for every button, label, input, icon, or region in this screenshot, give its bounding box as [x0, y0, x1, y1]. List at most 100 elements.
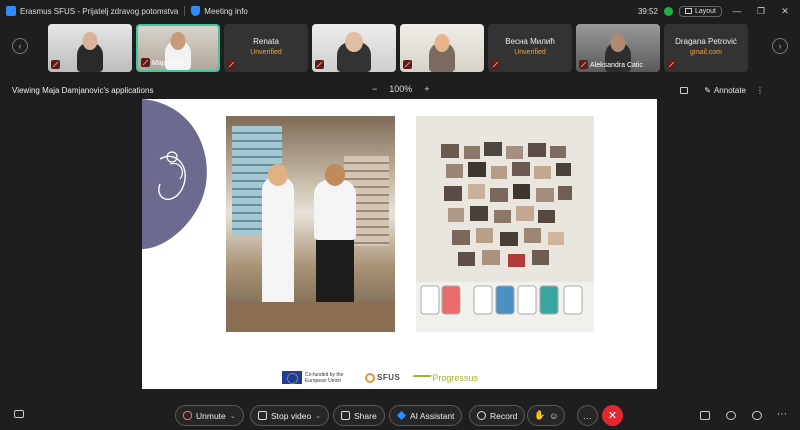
- stop-video-button[interactable]: Stop video ⌄: [250, 405, 330, 426]
- raise-hand-icon[interactable]: ✋: [534, 410, 545, 421]
- participant-name: Aleksandra Catic: [590, 62, 643, 69]
- muted-mic-icon: [141, 58, 150, 67]
- record-button[interactable]: Record: [469, 405, 526, 426]
- person-head: [434, 34, 450, 52]
- layout-grid-icon: [684, 8, 692, 14]
- apps-icon[interactable]: [700, 411, 710, 420]
- person-head: [610, 34, 626, 52]
- photo-collage: [416, 142, 594, 332]
- participant-email-domain: gmail.com: [690, 49, 722, 56]
- person-head: [345, 32, 363, 52]
- close-window-icon[interactable]: ✕: [776, 6, 794, 17]
- muted-mic-icon: [227, 60, 236, 69]
- progressus-logo: Progressus: [410, 372, 478, 383]
- video-feed: [48, 24, 132, 72]
- mother-child-logo-graphic: [142, 99, 207, 249]
- record-label: Record: [490, 410, 518, 421]
- camera-icon: [258, 411, 267, 420]
- chevron-down-icon[interactable]: ⌄: [230, 412, 236, 420]
- minimize-icon[interactable]: —: [728, 6, 746, 16]
- sfus-logo-text: SFUS: [377, 373, 401, 382]
- participant-tile[interactable]: [48, 24, 132, 72]
- more-icon[interactable]: ⋮: [756, 86, 764, 95]
- person-head: [82, 32, 98, 50]
- person-head: [268, 164, 288, 186]
- zoom-controls: − 100% +: [372, 84, 430, 94]
- annotate-label: Annotate: [713, 86, 746, 95]
- pharmacy-photo: [226, 116, 395, 332]
- captions-icon[interactable]: [14, 410, 24, 418]
- participant-name: Renata: [253, 37, 279, 46]
- reaction-icon[interactable]: ☺: [549, 411, 558, 421]
- meeting-title: Erasmus SFUS - Prijatelj zdravog potomst…: [20, 6, 179, 16]
- ai-assistant-label: AI Assistant: [410, 410, 455, 421]
- more-options-button[interactable]: …: [577, 405, 598, 426]
- shield-icon[interactable]: [191, 6, 201, 16]
- participant-tile[interactable]: Aleksandra Catic: [576, 24, 660, 72]
- layout-button[interactable]: Layout: [678, 5, 722, 17]
- person-head: [325, 164, 345, 186]
- participant-tile[interactable]: Весна Милић Unverified: [488, 24, 572, 72]
- participants-icon[interactable]: [726, 411, 736, 420]
- person-figure: [262, 176, 294, 306]
- layout-label: Layout: [694, 7, 716, 15]
- share-screen-icon: [341, 411, 350, 420]
- unmute-button[interactable]: Unmute ⌄: [175, 405, 244, 426]
- eu-logo: Co-funded by the European Union: [282, 371, 353, 384]
- shared-slide: Co-funded by the European Union SFUS Pro…: [142, 99, 657, 389]
- ai-assistant-icon: [397, 411, 406, 420]
- partner-logos: Co-funded by the European Union SFUS Pro…: [282, 371, 478, 384]
- annotate-area: ✎ Annotate ⋮: [680, 86, 764, 95]
- annotate-button[interactable]: ✎ Annotate: [704, 86, 746, 95]
- stop-video-label: Stop video: [271, 410, 312, 421]
- divider: [184, 6, 186, 16]
- participant-tile[interactable]: [312, 24, 396, 72]
- reactions-group[interactable]: ✋ ☺: [527, 405, 566, 426]
- floor: [226, 302, 395, 332]
- photo-collage-display: [416, 116, 594, 332]
- meeting-timer: 39:52: [637, 6, 658, 16]
- zoom-in-button[interactable]: +: [424, 84, 429, 94]
- chat-icon[interactable]: [752, 411, 762, 420]
- coat: [314, 180, 356, 240]
- muted-mic-icon: [51, 60, 60, 69]
- participant-tile[interactable]: Dragana Petrović gmail.com: [664, 24, 748, 72]
- muted-mic-icon: [315, 60, 324, 69]
- chevron-down-icon[interactable]: ⌄: [315, 412, 321, 420]
- muted-mic-icon: [667, 60, 676, 69]
- share-button[interactable]: Share: [333, 405, 385, 426]
- muted-mic-icon: [403, 60, 412, 69]
- participant-tile-active[interactable]: Maja Dam...: [136, 24, 220, 72]
- zoom-out-button[interactable]: −: [372, 84, 377, 94]
- unmute-label: Unmute: [196, 410, 226, 421]
- sfus-mark-icon: [365, 372, 375, 383]
- strip-next-arrow-icon[interactable]: ›: [772, 38, 788, 54]
- participant-name: Maja Dam...: [152, 60, 190, 67]
- progressus-mark-icon: [410, 374, 433, 381]
- meeting-info-link[interactable]: Meeting info: [204, 7, 248, 16]
- popout-icon[interactable]: [680, 87, 689, 94]
- unverified-status: Unverified: [514, 49, 546, 56]
- ai-assistant-button[interactable]: AI Assistant: [389, 405, 463, 426]
- video-feed: [400, 24, 484, 72]
- webex-app-icon: [6, 6, 16, 16]
- connection-status-icon: [663, 6, 673, 16]
- more-panels-icon[interactable]: ⋯: [777, 409, 787, 420]
- muted-mic-icon: [491, 60, 500, 69]
- title-bar: Erasmus SFUS - Prijatelj zdravog potomst…: [0, 0, 800, 22]
- zoom-level: 100%: [389, 84, 413, 94]
- participant-tile[interactable]: Renata Unverified: [224, 24, 308, 72]
- muted-mic-icon: [183, 411, 192, 420]
- restore-icon[interactable]: ❐: [752, 6, 770, 17]
- meeting-controls: Unmute ⌄ Stop video ⌄ Share AI Assistant…: [0, 402, 800, 428]
- share-label: Share: [354, 410, 377, 421]
- participant-tile[interactable]: [400, 24, 484, 72]
- strip-prev-arrow-icon[interactable]: ‹: [12, 38, 28, 54]
- participant-name: Весна Милић: [505, 37, 555, 46]
- viewing-label: Viewing Maja Damjanovic's applications: [12, 86, 154, 95]
- participant-strip: ‹ Maja Dam... Renata Unverified Весна Ми…: [0, 24, 800, 74]
- eu-flag-icon: [282, 371, 302, 384]
- progressus-logo-text: Progressus: [432, 372, 478, 383]
- leave-meeting-button[interactable]: ✕: [602, 405, 623, 426]
- participant-name: Dragana Petrović: [675, 37, 737, 46]
